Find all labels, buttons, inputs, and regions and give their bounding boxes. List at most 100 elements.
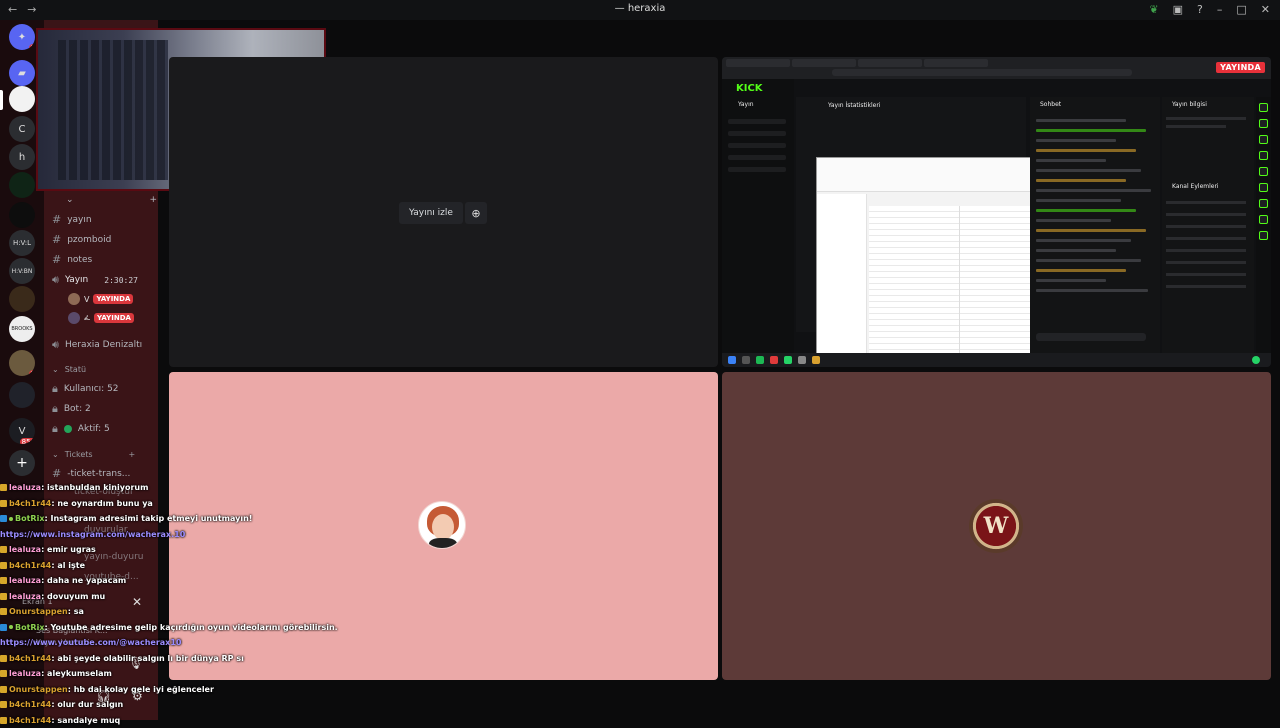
menu-row — [728, 131, 786, 136]
kick-logo: KICK — [736, 83, 763, 94]
server-icon[interactable] — [9, 86, 35, 112]
server-icon[interactable]: h — [9, 144, 35, 170]
server-icon[interactable] — [9, 382, 35, 408]
chat-message: b4ch1r44: olur dur salgın — [0, 697, 330, 713]
server-icon[interactable]: H:V:BN — [9, 258, 35, 284]
tickets-category[interactable]: ⌄Tickets+ — [52, 450, 135, 459]
discord-home-button[interactable]: ✦1 — [9, 24, 35, 50]
speaker-icon: 🔊︎ — [52, 338, 59, 352]
voice-user-name: ፈ — [84, 313, 90, 323]
window-title: — heraxia — [0, 3, 1280, 14]
voice-channel[interactable]: 🔊︎Yayın2:30:27 — [52, 273, 138, 287]
help-icon[interactable]: ? — [1197, 3, 1203, 16]
windows-taskbar — [722, 353, 1271, 367]
screen-share-tile[interactable]: YAYINDA KICK Yayın Yayın İstatistikleri … — [722, 57, 1271, 367]
chat-line — [1036, 259, 1141, 262]
server-icon[interactable]: ▰ — [9, 60, 35, 86]
voice-user[interactable]: ፈ YAYINDA — [68, 312, 134, 324]
stat-label: Bot: 2 — [64, 404, 91, 414]
start-icon — [728, 356, 736, 364]
server-icon[interactable]: H:V:L — [9, 230, 35, 256]
server-icon[interactable] — [9, 172, 35, 198]
maximize-icon[interactable]: □ — [1236, 3, 1246, 16]
server-label: C — [19, 124, 26, 135]
server-icon[interactable] — [9, 286, 35, 312]
menu-row — [728, 119, 786, 124]
info-row — [1166, 213, 1246, 216]
tab — [726, 59, 790, 67]
server-icon[interactable]: BROOKS — [9, 316, 35, 342]
inbox-icon[interactable]: ▣ — [1173, 3, 1183, 16]
bot-badge-icon — [0, 515, 7, 522]
chat-text: : dovuyum mu — [41, 592, 105, 601]
user-badge-icon — [0, 717, 7, 724]
watch-stream-button[interactable]: Yayını izle — [399, 202, 463, 224]
user-badge-icon — [0, 655, 7, 662]
chat-link[interactable]: https://www.youtube.com/@wacherax10 — [0, 638, 181, 647]
add-channel-icon[interactable]: + — [129, 450, 136, 459]
user-badge-icon — [0, 686, 7, 693]
channel-item[interactable]: #pzomboid — [52, 233, 111, 246]
user-badge-icon — [0, 608, 7, 615]
close-icon[interactable]: ✕ — [1261, 3, 1270, 16]
chat-line — [1036, 159, 1106, 162]
stream-tile-empty: Yayını izle ⊕ — [169, 57, 718, 367]
tab — [792, 59, 856, 67]
category-label: Statü — [65, 365, 86, 374]
channel-item[interactable]: #yayın — [52, 213, 92, 226]
stats-category[interactable]: ⌄Statü — [52, 365, 86, 374]
popout-icon[interactable]: ⊕ — [465, 202, 487, 224]
chat-text: : ne oynardım bunu ya — [51, 499, 152, 508]
voice-user[interactable]: VYAYINDA — [68, 293, 133, 305]
stat-item[interactable]: 🔒︎Bot: 2 — [52, 402, 91, 416]
taskbar-icon — [784, 356, 792, 364]
minimize-icon[interactable]: – — [1217, 3, 1223, 16]
panel-title: Yayın bilgisi — [1172, 101, 1207, 108]
chat-text: : sandalye muq — [51, 716, 120, 725]
chat-message: BotRix: Instagram adresimi takip etmeyi … — [0, 511, 330, 527]
server-icon[interactable]: C — [9, 116, 35, 142]
channel-item[interactable]: #notes — [52, 253, 92, 266]
tool-icon — [1259, 103, 1268, 112]
chat-text: : sa — [68, 607, 84, 616]
category-chevron-icon[interactable]: ⌄+ — [66, 195, 157, 205]
member-item[interactable]: 🔊︎Heraxia Denizaltı — [52, 338, 142, 352]
stat-item[interactable]: 🔒︎Aktif: 5 — [52, 422, 110, 436]
add-channel-icon[interactable]: + — [150, 195, 158, 205]
file-explorer-window — [816, 157, 1058, 361]
kick-stats-panel: Yayın İstatistikleri — [796, 97, 1026, 332]
chat-link[interactable]: https://www.instagram.com/wacherax.10 — [0, 530, 185, 539]
menu-row — [728, 167, 786, 172]
avatar-shirt — [429, 538, 457, 549]
tool-icon — [1259, 231, 1268, 240]
server-icon[interactable]: V856 — [9, 418, 35, 444]
live-badge: YAYINDA — [94, 313, 134, 323]
user-badge-icon — [0, 577, 7, 584]
chat-message: lealuza: emir ugras — [0, 542, 330, 558]
chevron-down-icon: ⌄ — [52, 450, 59, 459]
chat-username: Onurstappen — [9, 607, 68, 616]
participant-tile[interactable]: W — [722, 372, 1271, 680]
server-icon[interactable] — [9, 202, 35, 228]
dm-avatar[interactable]: 1 — [9, 350, 35, 376]
chat-message: b4ch1r44: ne oynardım bunu ya — [0, 496, 330, 512]
channel-item[interactable]: #-ticket-trans... — [52, 467, 130, 480]
chat-username: b4ch1r44 — [9, 654, 51, 663]
participant-avatar — [418, 501, 466, 549]
window-controls: ❦ ▣ ? – □ ✕ — [1149, 3, 1270, 16]
hash-icon: # — [52, 233, 61, 246]
chat-username: b4ch1r44 — [9, 700, 51, 709]
window-bars — [58, 40, 168, 180]
leaf-icon[interactable]: ❦ — [1149, 3, 1158, 16]
add-server-button[interactable]: + — [9, 450, 35, 476]
unread-badge: 1 — [29, 370, 35, 376]
chat-username: b4ch1r44 — [9, 499, 51, 508]
taskbar-icon — [770, 356, 778, 364]
tab — [858, 59, 922, 67]
server-label: H:V:L — [13, 239, 31, 247]
chat-line — [1036, 149, 1136, 152]
explorer-ribbon — [817, 158, 1057, 192]
info-row — [1166, 237, 1246, 240]
stat-item[interactable]: 🔒︎Kullanıcı: 52 — [52, 382, 119, 396]
user-badge-icon — [0, 670, 7, 677]
